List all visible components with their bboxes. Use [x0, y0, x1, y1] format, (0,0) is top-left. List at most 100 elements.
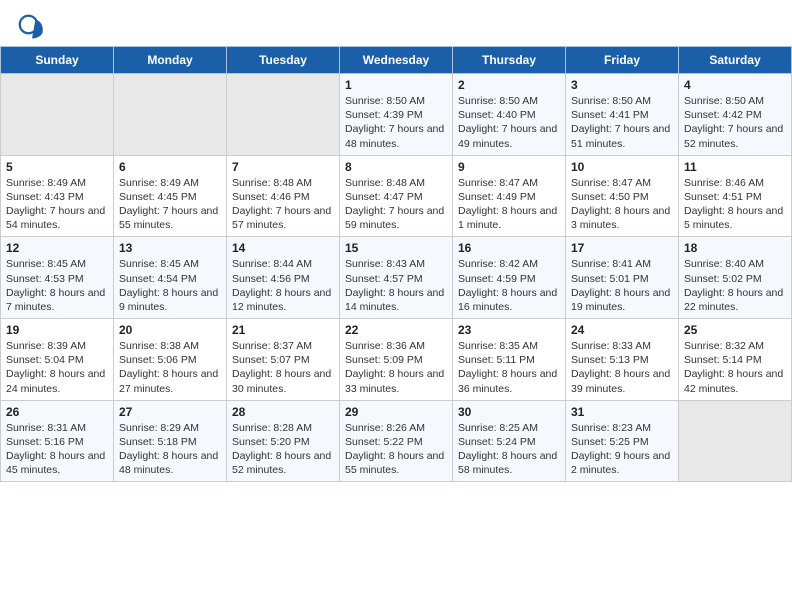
- calendar-cell: 15 Sunrise: 8:43 AM Sunset: 4:57 PM Dayli…: [340, 237, 453, 319]
- calendar-cell: 10 Sunrise: 8:47 AM Sunset: 4:50 PM Dayli…: [566, 155, 679, 237]
- day-number: 18: [684, 241, 786, 255]
- day-info: Sunrise: 8:29 AM Sunset: 5:18 PM Dayligh…: [119, 421, 221, 478]
- logo-icon: [18, 14, 46, 42]
- day-number: 15: [345, 241, 447, 255]
- day-number: 7: [232, 160, 334, 174]
- day-number: 28: [232, 405, 334, 419]
- day-number: 9: [458, 160, 560, 174]
- calendar-cell: [227, 74, 340, 156]
- day-number: 3: [571, 78, 673, 92]
- day-info: Sunrise: 8:38 AM Sunset: 5:06 PM Dayligh…: [119, 339, 221, 396]
- day-number: 16: [458, 241, 560, 255]
- day-info: Sunrise: 8:37 AM Sunset: 5:07 PM Dayligh…: [232, 339, 334, 396]
- day-info: Sunrise: 8:49 AM Sunset: 4:43 PM Dayligh…: [6, 176, 108, 233]
- day-of-week-saturday: Saturday: [679, 47, 792, 74]
- days-of-week-row: SundayMondayTuesdayWednesdayThursdayFrid…: [1, 47, 792, 74]
- calendar-cell: 26 Sunrise: 8:31 AM Sunset: 5:16 PM Dayli…: [1, 400, 114, 482]
- day-info: Sunrise: 8:35 AM Sunset: 5:11 PM Dayligh…: [458, 339, 560, 396]
- calendar-cell: 12 Sunrise: 8:45 AM Sunset: 4:53 PM Dayli…: [1, 237, 114, 319]
- day-info: Sunrise: 8:42 AM Sunset: 4:59 PM Dayligh…: [458, 257, 560, 314]
- calendar-cell: 22Sunrise: 8:36 AM Sunset: 5:09 PM Dayli…: [340, 319, 453, 401]
- calendar-body: 1 Sunrise: 8:50 AM Sunset: 4:39 PM Daylig…: [1, 74, 792, 482]
- day-number: 13: [119, 241, 221, 255]
- day-number: 21: [232, 323, 334, 337]
- day-of-week-monday: Monday: [114, 47, 227, 74]
- calendar-cell: 20 Sunrise: 8:38 AM Sunset: 5:06 PM Dayli…: [114, 319, 227, 401]
- day-info: Sunrise: 8:26 AM Sunset: 5:22 PM Dayligh…: [345, 421, 447, 478]
- week-row-4: 19 Sunrise: 8:39 AM Sunset: 5:04 PM Dayli…: [1, 319, 792, 401]
- calendar-cell: 25 Sunrise: 8:32 AM Sunset: 5:14 PM Dayli…: [679, 319, 792, 401]
- day-info: Sunrise: 8:23 AM Sunset: 5:25 PM Dayligh…: [571, 421, 673, 478]
- calendar-cell: 27 Sunrise: 8:29 AM Sunset: 5:18 PM Dayli…: [114, 400, 227, 482]
- day-info: Sunrise: 8:49 AM Sunset: 4:45 PM Dayligh…: [119, 176, 221, 233]
- day-of-week-friday: Friday: [566, 47, 679, 74]
- day-number: 1: [345, 78, 447, 92]
- day-number: 14: [232, 241, 334, 255]
- calendar-cell: 1 Sunrise: 8:50 AM Sunset: 4:39 PM Daylig…: [340, 74, 453, 156]
- day-info: Sunrise: 8:48 AM Sunset: 4:46 PM Dayligh…: [232, 176, 334, 233]
- calendar-cell: [114, 74, 227, 156]
- calendar-cell: 23Sunrise: 8:35 AM Sunset: 5:11 PM Dayli…: [453, 319, 566, 401]
- calendar-cell: 16 Sunrise: 8:42 AM Sunset: 4:59 PM Dayli…: [453, 237, 566, 319]
- day-number: 2: [458, 78, 560, 92]
- day-info: Sunrise: 8:44 AM Sunset: 4:56 PM Dayligh…: [232, 257, 334, 314]
- calendar-cell: 24 Sunrise: 8:33 AM Sunset: 5:13 PM Dayli…: [566, 319, 679, 401]
- week-row-1: 1 Sunrise: 8:50 AM Sunset: 4:39 PM Daylig…: [1, 74, 792, 156]
- calendar-cell: 13 Sunrise: 8:45 AM Sunset: 4:54 PM Dayli…: [114, 237, 227, 319]
- day-number: 25: [684, 323, 786, 337]
- week-row-2: 5 Sunrise: 8:49 AM Sunset: 4:43 PM Daylig…: [1, 155, 792, 237]
- day-number: 29: [345, 405, 447, 419]
- day-info: Sunrise: 8:28 AM Sunset: 5:20 PM Dayligh…: [232, 421, 334, 478]
- day-info: Sunrise: 8:33 AM Sunset: 5:13 PM Dayligh…: [571, 339, 673, 396]
- week-row-5: 26 Sunrise: 8:31 AM Sunset: 5:16 PM Dayli…: [1, 400, 792, 482]
- day-info: Sunrise: 8:41 AM Sunset: 5:01 PM Dayligh…: [571, 257, 673, 314]
- calendar-table: SundayMondayTuesdayWednesdayThursdayFrid…: [0, 46, 792, 482]
- day-info: Sunrise: 8:40 AM Sunset: 5:02 PM Dayligh…: [684, 257, 786, 314]
- day-info: Sunrise: 8:45 AM Sunset: 4:54 PM Dayligh…: [119, 257, 221, 314]
- day-info: Sunrise: 8:43 AM Sunset: 4:57 PM Dayligh…: [345, 257, 447, 314]
- day-number: 19: [6, 323, 108, 337]
- calendar-cell: 2 Sunrise: 8:50 AM Sunset: 4:40 PM Daylig…: [453, 74, 566, 156]
- day-info: Sunrise: 8:46 AM Sunset: 4:51 PM Dayligh…: [684, 176, 786, 233]
- day-info: Sunrise: 8:47 AM Sunset: 4:50 PM Dayligh…: [571, 176, 673, 233]
- day-number: 26: [6, 405, 108, 419]
- day-info: Sunrise: 8:32 AM Sunset: 5:14 PM Dayligh…: [684, 339, 786, 396]
- day-info: Sunrise: 8:48 AM Sunset: 4:47 PM Dayligh…: [345, 176, 447, 233]
- day-info: Sunrise: 8:45 AM Sunset: 4:53 PM Dayligh…: [6, 257, 108, 314]
- calendar-cell: 4Sunrise: 8:50 AM Sunset: 4:42 PM Daylig…: [679, 74, 792, 156]
- calendar-cell: 28 Sunrise: 8:28 AM Sunset: 5:20 PM Dayli…: [227, 400, 340, 482]
- day-number: 8: [345, 160, 447, 174]
- day-info: Sunrise: 8:25 AM Sunset: 5:24 PM Dayligh…: [458, 421, 560, 478]
- calendar-cell: 6 Sunrise: 8:49 AM Sunset: 4:45 PM Daylig…: [114, 155, 227, 237]
- day-info: Sunrise: 8:50 AM Sunset: 4:41 PM Dayligh…: [571, 94, 673, 151]
- day-number: 10: [571, 160, 673, 174]
- day-number: 6: [119, 160, 221, 174]
- calendar-cell: 17 Sunrise: 8:41 AM Sunset: 5:01 PM Dayli…: [566, 237, 679, 319]
- calendar-cell: 30 Sunrise: 8:25 AM Sunset: 5:24 PM Dayli…: [453, 400, 566, 482]
- day-number: 20: [119, 323, 221, 337]
- day-number: 24: [571, 323, 673, 337]
- day-info: Sunrise: 8:39 AM Sunset: 5:04 PM Dayligh…: [6, 339, 108, 396]
- day-info: Sunrise: 8:31 AM Sunset: 5:16 PM Dayligh…: [6, 421, 108, 478]
- calendar-cell: 3 Sunrise: 8:50 AM Sunset: 4:41 PM Daylig…: [566, 74, 679, 156]
- day-number: 30: [458, 405, 560, 419]
- calendar-cell: 14 Sunrise: 8:44 AM Sunset: 4:56 PM Dayli…: [227, 237, 340, 319]
- week-row-3: 12 Sunrise: 8:45 AM Sunset: 4:53 PM Dayli…: [1, 237, 792, 319]
- calendar-cell: 21 Sunrise: 8:37 AM Sunset: 5:07 PM Dayli…: [227, 319, 340, 401]
- day-number: 12: [6, 241, 108, 255]
- day-of-week-thursday: Thursday: [453, 47, 566, 74]
- calendar-cell: [1, 74, 114, 156]
- day-number: 27: [119, 405, 221, 419]
- calendar-cell: 9Sunrise: 8:47 AM Sunset: 4:49 PM Daylig…: [453, 155, 566, 237]
- calendar-header: SundayMondayTuesdayWednesdayThursdayFrid…: [1, 47, 792, 74]
- calendar-cell: 5 Sunrise: 8:49 AM Sunset: 4:43 PM Daylig…: [1, 155, 114, 237]
- day-number: 5: [6, 160, 108, 174]
- day-number: 17: [571, 241, 673, 255]
- day-info: Sunrise: 8:50 AM Sunset: 4:40 PM Dayligh…: [458, 94, 560, 151]
- calendar-cell: 19 Sunrise: 8:39 AM Sunset: 5:04 PM Dayli…: [1, 319, 114, 401]
- day-number: 4: [684, 78, 786, 92]
- day-number: 22: [345, 323, 447, 337]
- day-info: Sunrise: 8:50 AM Sunset: 4:39 PM Dayligh…: [345, 94, 447, 151]
- calendar-cell: 11Sunrise: 8:46 AM Sunset: 4:51 PM Dayli…: [679, 155, 792, 237]
- page-header: [0, 0, 792, 46]
